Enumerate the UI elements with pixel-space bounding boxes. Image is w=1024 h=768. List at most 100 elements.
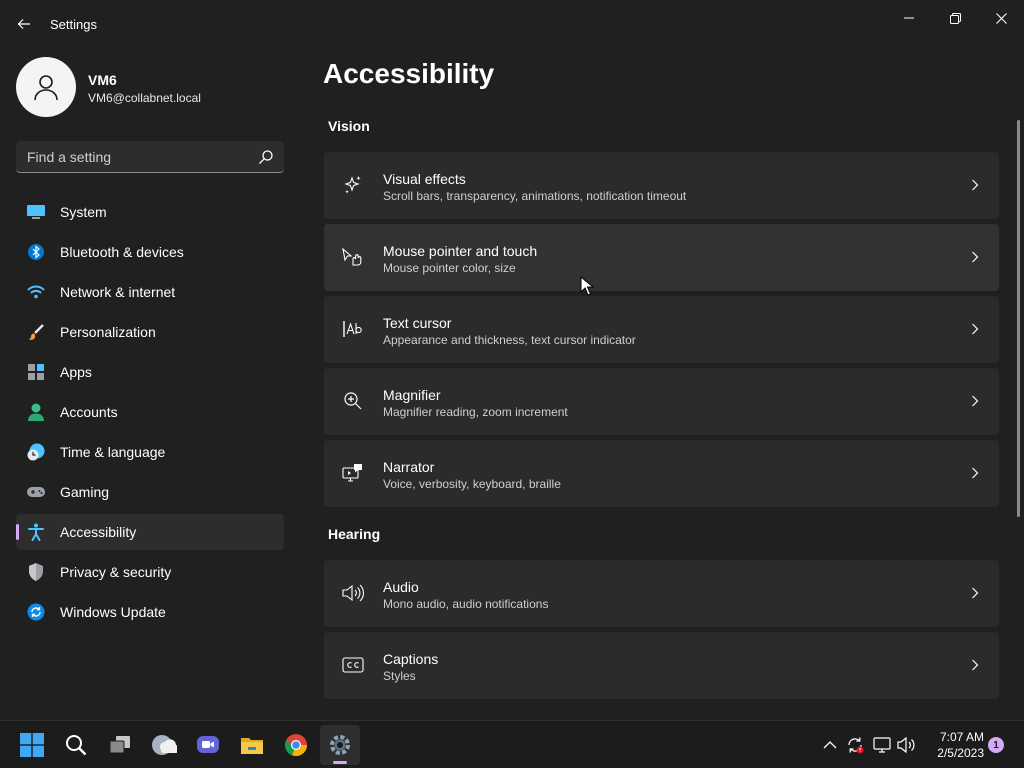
chrome-icon bbox=[285, 734, 308, 757]
sidebar-item-gaming[interactable]: Gaming bbox=[16, 474, 284, 510]
accounts-icon bbox=[27, 403, 45, 421]
volume-icon bbox=[897, 737, 915, 753]
sidebar-item-time-language[interactable]: Time & language bbox=[16, 434, 284, 470]
widgets-button[interactable] bbox=[144, 725, 184, 765]
restore-button[interactable] bbox=[932, 6, 978, 30]
sidebar-item-label: Personalization bbox=[60, 324, 156, 340]
clock-globe-icon bbox=[27, 443, 45, 461]
card-subtitle: Voice, verbosity, keyboard, braille bbox=[383, 477, 561, 491]
settings-search bbox=[16, 141, 284, 173]
card-title: Narrator bbox=[383, 459, 435, 475]
close-button[interactable] bbox=[978, 6, 1024, 30]
section-title-hearing: Hearing bbox=[328, 526, 381, 542]
sparkle-icon bbox=[342, 174, 364, 196]
sidebar-item-personalization[interactable]: Personalization bbox=[16, 314, 284, 350]
update-icon bbox=[27, 603, 45, 621]
close-icon bbox=[995, 12, 1007, 24]
sidebar-item-apps[interactable]: Apps bbox=[16, 354, 284, 390]
sidebar-item-label: Network & internet bbox=[60, 284, 176, 300]
taskbar-clock[interactable]: 7:07 AM 2/5/2023 bbox=[924, 729, 984, 761]
show-hidden-icons-button[interactable] bbox=[820, 735, 840, 755]
chevron-right-icon bbox=[969, 251, 981, 263]
user-profile[interactable]: VM6 VM6@collabnet.local bbox=[16, 57, 286, 117]
magnifier-icon bbox=[342, 390, 364, 412]
avatar bbox=[16, 57, 76, 117]
card-title: Audio bbox=[383, 579, 419, 595]
card-captions[interactable]: Captions Styles bbox=[324, 632, 999, 699]
taskbar: 7:07 AM 2/5/2023 1 bbox=[0, 720, 1024, 768]
sync-status-button[interactable] bbox=[845, 735, 865, 755]
minimize-button[interactable] bbox=[886, 6, 932, 30]
shield-icon bbox=[27, 563, 45, 581]
clock-time: 7:07 AM bbox=[939, 730, 984, 744]
widgets-icon bbox=[152, 735, 177, 755]
file-explorer-button[interactable] bbox=[232, 725, 272, 765]
sidebar-item-label: System bbox=[60, 204, 107, 220]
card-title: Mouse pointer and touch bbox=[383, 243, 538, 259]
page-title: Accessibility bbox=[323, 58, 495, 89]
chevron-right-icon bbox=[969, 323, 981, 335]
wifi-icon bbox=[27, 283, 45, 301]
captions-icon bbox=[342, 654, 364, 676]
task-view-icon bbox=[109, 736, 130, 754]
chevron-right-icon bbox=[969, 179, 981, 191]
speaker-icon bbox=[342, 582, 364, 604]
sidebar-item-label: Windows Update bbox=[60, 604, 166, 620]
task-view-button[interactable] bbox=[100, 725, 140, 765]
card-subtitle: Magnifier reading, zoom increment bbox=[383, 405, 568, 419]
sidebar-item-accessibility[interactable]: Accessibility bbox=[16, 514, 284, 550]
clock-date: 2/5/2023 bbox=[937, 746, 984, 760]
user-name: VM6 bbox=[88, 72, 117, 88]
network-status-button[interactable] bbox=[872, 735, 892, 755]
sidebar-item-label: Time & language bbox=[60, 444, 166, 460]
bluetooth-icon bbox=[27, 243, 45, 261]
sidebar-item-accounts[interactable]: Accounts bbox=[16, 394, 284, 430]
minimize-icon bbox=[904, 17, 914, 19]
card-audio[interactable]: Audio Mono audio, audio notifications bbox=[324, 560, 999, 627]
card-narrator[interactable]: Narrator Voice, verbosity, keyboard, bra… bbox=[324, 440, 999, 507]
back-arrow-icon bbox=[17, 19, 30, 29]
sidebar-item-windows-update[interactable]: Windows Update bbox=[16, 594, 284, 630]
user-email: VM6@collabnet.local bbox=[88, 91, 201, 105]
sidebar-item-label: Bluetooth & devices bbox=[60, 244, 184, 260]
sidebar-item-network[interactable]: Network & internet bbox=[16, 274, 284, 310]
card-title: Magnifier bbox=[383, 387, 441, 403]
card-subtitle: Appearance and thickness, text cursor in… bbox=[383, 333, 636, 347]
card-subtitle: Styles bbox=[383, 669, 416, 683]
volume-button[interactable] bbox=[897, 735, 917, 755]
settings-taskbar-button[interactable] bbox=[320, 725, 360, 765]
chevron-up-icon bbox=[823, 741, 837, 749]
pointer-touch-icon bbox=[342, 246, 364, 268]
card-title: Text cursor bbox=[383, 315, 452, 331]
sidebar-item-label: Accessibility bbox=[60, 524, 137, 540]
notification-badge[interactable]: 1 bbox=[988, 737, 1004, 753]
card-magnifier[interactable]: Magnifier Magnifier reading, zoom increm… bbox=[324, 368, 999, 435]
chevron-right-icon bbox=[969, 395, 981, 407]
accessibility-icon bbox=[27, 523, 45, 541]
chrome-button[interactable] bbox=[276, 725, 316, 765]
sidebar-item-system[interactable]: System bbox=[16, 194, 284, 230]
card-title: Captions bbox=[383, 651, 439, 667]
sidebar-item-label: Privacy & security bbox=[60, 564, 172, 580]
taskbar-search-button[interactable] bbox=[56, 725, 96, 765]
card-mouse-pointer-touch[interactable]: Mouse pointer and touch Mouse pointer co… bbox=[324, 224, 999, 291]
search-icon[interactable] bbox=[258, 149, 274, 165]
card-visual-effects[interactable]: Visual effects Scroll bars, transparency… bbox=[324, 152, 999, 219]
sidebar-item-label: Gaming bbox=[60, 484, 110, 500]
card-text-cursor[interactable]: Text cursor Appearance and thickness, te… bbox=[324, 296, 999, 363]
sidebar-item-bluetooth[interactable]: Bluetooth & devices bbox=[16, 234, 284, 270]
teams-chat-button[interactable] bbox=[188, 725, 228, 765]
chevron-right-icon bbox=[969, 659, 981, 671]
search-input[interactable] bbox=[16, 141, 246, 172]
restore-icon bbox=[949, 12, 961, 24]
sidebar-nav: System Bluetooth & devices Network & int… bbox=[16, 194, 284, 634]
app-title: Settings bbox=[50, 17, 97, 32]
mouse-cursor-icon bbox=[580, 276, 594, 296]
scrollbar[interactable] bbox=[1017, 120, 1020, 517]
teams-chat-icon bbox=[197, 736, 219, 753]
start-button[interactable] bbox=[12, 725, 52, 765]
card-subtitle: Mono audio, audio notifications bbox=[383, 597, 549, 611]
card-subtitle: Mouse pointer color, size bbox=[383, 261, 516, 275]
back-button[interactable] bbox=[12, 12, 36, 36]
sidebar-item-privacy-security[interactable]: Privacy & security bbox=[16, 554, 284, 590]
